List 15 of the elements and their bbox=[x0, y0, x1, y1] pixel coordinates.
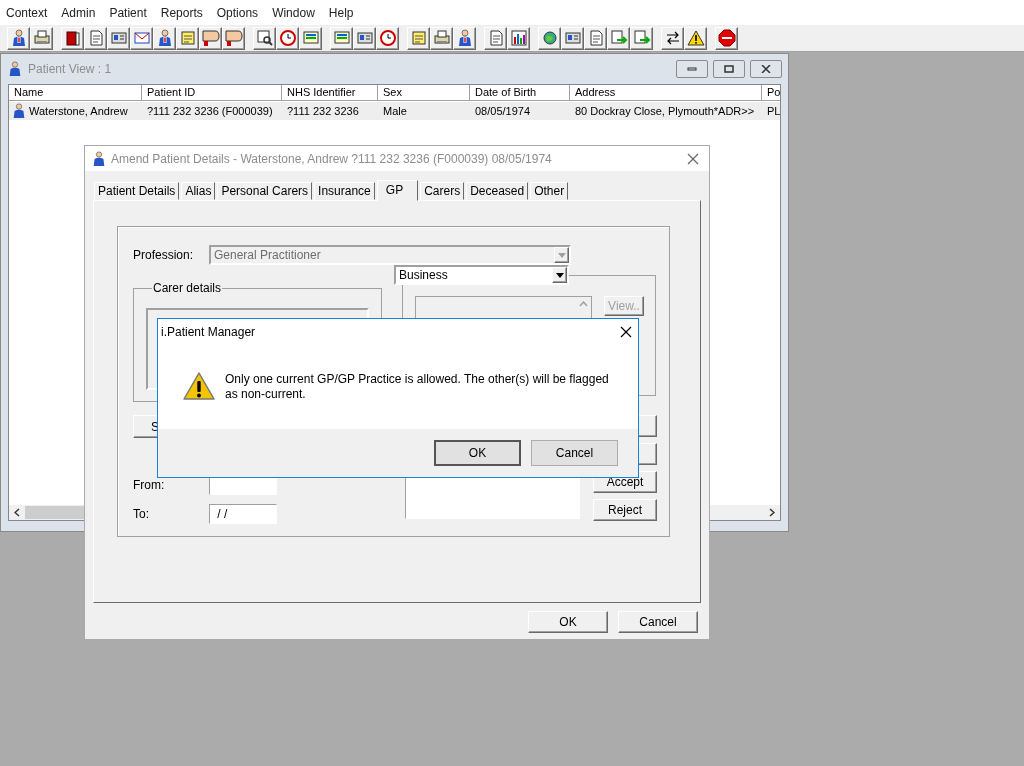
group-title: Carer details bbox=[152, 281, 223, 295]
field-label: From: bbox=[133, 478, 166, 492]
table-cell-text: ?111 232 3236 bbox=[286, 105, 360, 117]
dialog-title: Amend Patient Details - Waterstone, Andrew ?111 232 3236 (F000039) 08/05/1974 bbox=[111, 151, 553, 166]
table-cell-text: Male bbox=[382, 105, 408, 117]
dialog-title: i.Patient Manager bbox=[161, 325, 257, 339]
table-cell: Waterstone, Andrew bbox=[29, 105, 128, 117]
field-label: To: bbox=[133, 507, 150, 521]
table-cell-text: 08/05/1974 bbox=[474, 105, 532, 117]
table-cell-text: PL bbox=[766, 105, 780, 117]
message-text: Only one current GP/GP Practice is allowed. The other(s) will be flagged as non-current. bbox=[225, 372, 610, 402]
table-cell-text: ?111 232 3236 (F000039) bbox=[146, 105, 274, 117]
window-title: Patient View : 1 bbox=[28, 62, 113, 76]
table-cell-text: 80 Dockray Close, Plymouth*ADR>> bbox=[574, 105, 756, 117]
field-label: Profession: bbox=[133, 248, 195, 262]
